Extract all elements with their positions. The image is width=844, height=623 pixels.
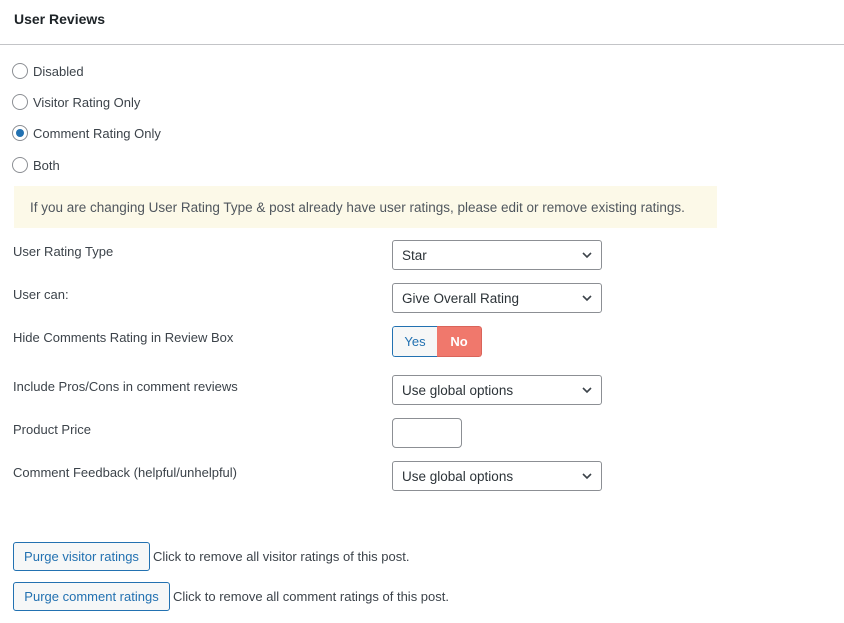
user-rating-type-label: User Rating Type [13,244,114,259]
purge-comment-hint: Click to remove all comment ratings of t… [173,589,449,604]
purge-visitor-ratings-button[interactable]: Purge visitor ratings [13,542,150,571]
user-reviews-panel: User Reviews Disabled Visitor Rating Onl… [0,0,844,623]
rating-type-notice: If you are changing User Rating Type & p… [14,186,717,228]
user-can-select[interactable]: Give Overall Rating [392,283,602,313]
radio-label: Disabled [33,63,84,79]
radio-option-both[interactable]: Both [12,156,60,174]
select-value: Use global options [402,468,514,484]
panel-title: User Reviews [14,11,106,27]
radio-button[interactable] [12,63,28,79]
select-value: Use global options [402,382,514,398]
comment-feedback-select[interactable]: Use global options [392,461,602,491]
chevron-down-icon [582,387,592,394]
chevron-down-icon [582,473,592,480]
notice-text: If you are changing User Rating Type & p… [30,199,685,215]
purge-comment-ratings-button[interactable]: Purge comment ratings [13,582,170,611]
purge-visitor-hint: Click to remove all visitor ratings of t… [153,549,410,564]
user-rating-type-select[interactable]: Star [392,240,602,270]
chevron-down-icon [582,252,592,259]
hide-comments-rating-toggle: Yes No [392,326,482,357]
radio-label: Comment Rating Only [33,125,161,141]
pros-cons-label: Include Pros/Cons in comment reviews [13,379,238,394]
radio-button[interactable] [12,94,28,110]
product-price-input[interactable] [392,418,462,448]
hide-comments-rating-label: Hide Comments Rating in Review Box [13,330,234,345]
radio-button-checked[interactable] [12,125,28,141]
pros-cons-select[interactable]: Use global options [392,375,602,405]
product-price-label: Product Price [13,422,92,437]
toggle-no-button[interactable]: No [437,326,482,357]
radio-button[interactable] [12,157,28,173]
radio-label: Both [33,157,60,173]
radio-option-comment-rating-only[interactable]: Comment Rating Only [12,124,161,142]
panel-header: User Reviews [0,0,844,45]
user-can-label: User can: [13,287,69,302]
radio-option-disabled[interactable]: Disabled [12,62,84,80]
chevron-down-icon [582,295,592,302]
toggle-yes-button[interactable]: Yes [392,326,437,357]
radio-label: Visitor Rating Only [33,94,141,110]
select-value: Give Overall Rating [402,290,520,306]
select-value: Star [402,247,427,263]
comment-feedback-label: Comment Feedback (helpful/unhelpful) [13,465,238,480]
radio-option-visitor-rating-only[interactable]: Visitor Rating Only [12,93,140,111]
